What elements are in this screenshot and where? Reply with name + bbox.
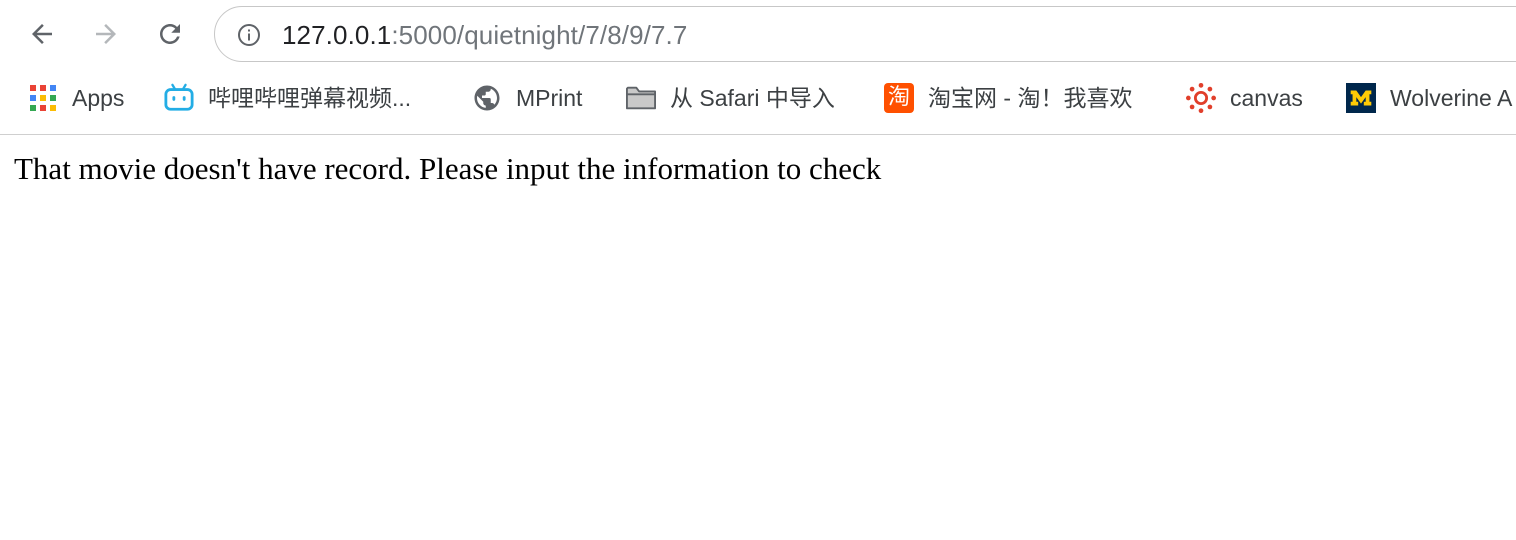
bookmark-label: Apps (72, 85, 125, 111)
canvas-icon (1186, 83, 1216, 113)
globe-icon (472, 83, 502, 113)
forward-button[interactable] (86, 14, 126, 54)
bookmark-label: canvas (1230, 85, 1303, 111)
bookmark-label: MPrint (516, 85, 583, 111)
taobao-icon: 淘 (884, 83, 914, 113)
url-text[interactable]: 127.0.0.1:5000/quietnight/7/8/9/7.7 (282, 20, 687, 50)
bookmark-label: 淘宝网 - 淘！我喜欢 (928, 85, 1133, 111)
browser-toolbar: 127.0.0.1:5000/quietnight/7/8/9/7.7 (0, 0, 1516, 68)
folder-icon (626, 83, 656, 113)
bookmark-wolverine[interactable]: Wolverine A (1346, 80, 1512, 116)
bookmark-bilibili[interactable]: 哔哩哔哩弹幕视频... (164, 80, 411, 116)
arrow-left-icon (32, 24, 52, 44)
bookmark-canvas[interactable]: canvas (1186, 80, 1303, 116)
back-button[interactable] (22, 14, 62, 54)
bookmark-apps[interactable]: Apps (28, 80, 124, 116)
bookmark-label: Wolverine A (1390, 85, 1513, 111)
taobao-logo-char: 淘 (884, 83, 914, 113)
michigan-m-icon (1346, 83, 1376, 113)
url-host: 127.0.0.1 (282, 20, 392, 50)
bookmark-taobao[interactable]: 淘 淘宝网 - 淘！我喜欢 (884, 80, 1132, 116)
reload-icon (160, 24, 180, 44)
bookmark-label: 从 Safari 中导入 (670, 85, 835, 111)
apps-grid-icon (28, 83, 58, 113)
address-bar[interactable]: 127.0.0.1:5000/quietnight/7/8/9/7.7 (214, 6, 1516, 62)
bookmark-folder-safari[interactable]: 从 Safari 中导入 (626, 80, 835, 116)
bilibili-tv-icon (164, 83, 194, 113)
info-icon[interactable] (237, 23, 261, 47)
page-message: That movie doesn't have record. Please i… (14, 151, 882, 186)
arrow-right-icon (96, 24, 116, 44)
bookmark-mprint[interactable]: MPrint (472, 80, 582, 116)
bookmarks-bar: Apps 哔哩哔哩弹幕视频... MPrint 从 Safari 中导入 淘 淘… (0, 68, 1516, 135)
url-path: :5000/quietnight/7/8/9/7.7 (391, 20, 688, 50)
bookmark-label: 哔哩哔哩弹幕视频... (208, 85, 412, 111)
reload-button[interactable] (150, 14, 190, 54)
